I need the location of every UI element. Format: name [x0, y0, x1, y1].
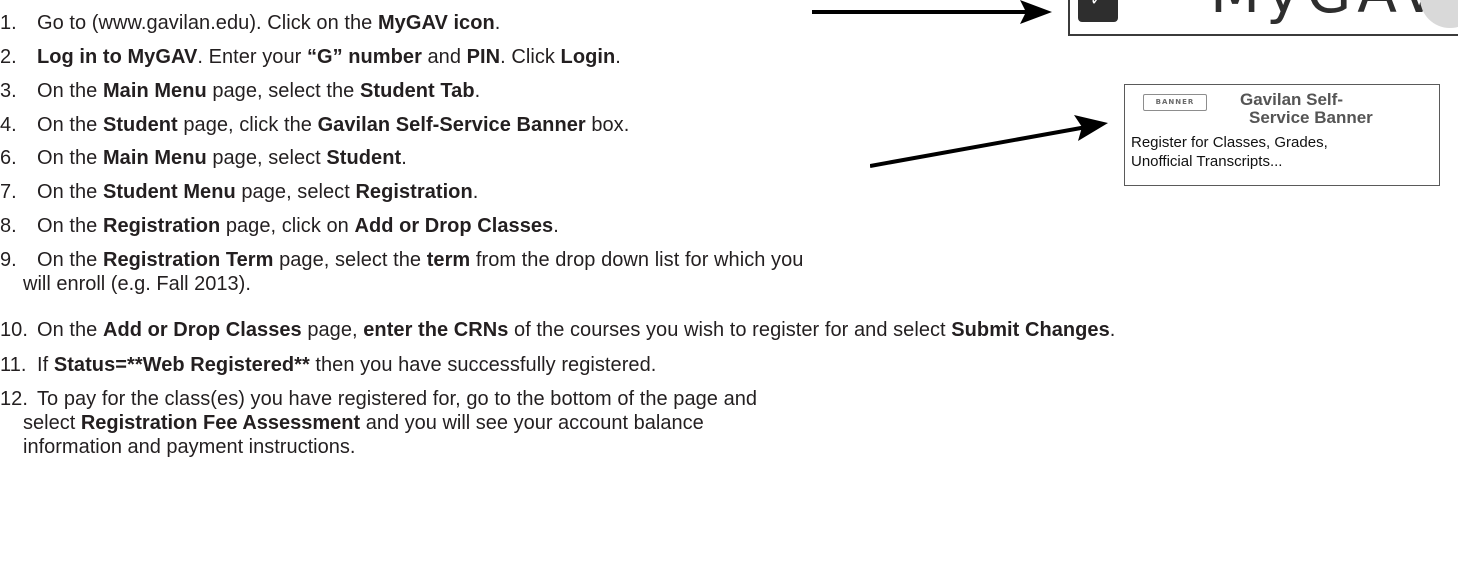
text: Go to (www.gavilan.edu). Click on the: [37, 12, 378, 34]
mygav-logo-icon: ✓: [1078, 0, 1118, 22]
banner-box-desc-line2: Unofficial Transcripts...: [1131, 153, 1283, 170]
bold-text: Login: [560, 46, 616, 68]
text: On the: [37, 114, 103, 136]
step-3: 3. On the Main Menu page, select the Stud…: [0, 78, 480, 104]
text: page, select: [235, 181, 356, 203]
arrow-to-mygav-icon: [812, 0, 1052, 24]
bold-text: Registration: [102, 215, 221, 237]
step-9: 9. On the Registration Term page, select …: [0, 247, 803, 273]
bold-text: Submit Changes: [951, 319, 1110, 341]
step-12-continuation: information and payment instructions.: [23, 436, 356, 458]
bold-text: Add or Drop Classes: [354, 215, 554, 237]
text: then you have successfully registered.: [309, 354, 657, 376]
text: from the drop down list for which you: [470, 249, 804, 271]
step-number: 4.: [0, 114, 17, 136]
text: On the: [37, 181, 103, 203]
text: and: [421, 46, 467, 68]
step-number: 11.: [0, 354, 27, 376]
step-12: 12. To pay for the class(es) you have reg…: [0, 386, 757, 412]
text: select: [23, 412, 81, 434]
step-6: 6. On the Main Menu page, select Student.: [0, 145, 407, 171]
banner-box-title-line1: Gavilan Self-: [1240, 90, 1343, 109]
text: box.: [585, 114, 630, 136]
step-9-continuation: will enroll (e.g. Fall 2013).: [23, 273, 251, 295]
bold-text: Student Tab: [359, 80, 475, 102]
text: On the: [37, 147, 103, 169]
banner-box-desc-line1: Register for Classes, Grades,: [1131, 134, 1328, 151]
step-8: 8. On the Registration page, click on Add…: [0, 213, 559, 239]
bold-text: Registration Term: [102, 249, 274, 271]
text: On the: [37, 215, 103, 237]
bold-text: enter the CRNs: [363, 319, 509, 341]
step-12-continuation: select Registration Fee Assessment and y…: [23, 410, 704, 436]
text: .: [494, 12, 501, 34]
bold-text: Status=**Web Registered**: [53, 354, 310, 376]
text: To pay for the class(es) you have regist…: [37, 388, 758, 410]
text: page, click the: [177, 114, 318, 136]
text: .: [474, 80, 481, 102]
text: page, select: [206, 147, 327, 169]
step-10: 10. On the Add or Drop Classes page, ente…: [0, 317, 1115, 343]
bold-text: PIN: [466, 46, 501, 68]
text: If: [37, 354, 54, 376]
text: On the: [37, 319, 103, 341]
text: page, select the: [206, 80, 360, 102]
bold-text: Main Menu: [102, 147, 207, 169]
text: . Enter your: [197, 46, 307, 68]
bold-text: Log in to MyGAV: [37, 46, 198, 68]
text: page, click on: [220, 215, 355, 237]
step-number: 10.: [0, 319, 28, 341]
step-number: 9.: [0, 249, 17, 271]
step-4: 4. On the Student page, click the Gavilan…: [0, 112, 629, 138]
mygav-logo-text: MyGAV: [1210, 0, 1445, 26]
step-number: 2.: [0, 46, 17, 68]
step-number: 8.: [0, 215, 17, 237]
banner-tag-logo: BANNER: [1143, 94, 1207, 111]
self-service-banner-box: BANNER Gavilan Self- Service Banner Regi…: [1124, 84, 1440, 186]
text: .: [472, 181, 479, 203]
bold-text: Gavilan Self-Service Banner: [317, 114, 586, 136]
step-7: 7. On the Student Menu page, select Regis…: [0, 179, 478, 205]
text: .: [553, 215, 559, 237]
bold-text: Student Menu: [102, 181, 236, 203]
text: .: [401, 147, 407, 169]
step-number: 7.: [0, 181, 17, 203]
arrow-to-banner-box: [870, 115, 1108, 168]
text: On the: [37, 80, 103, 102]
banner-box-title-line2: Service Banner: [1249, 108, 1373, 127]
step-1: 1. Go to (www.gavilan.edu). Click on the …: [0, 10, 500, 36]
text: .: [1109, 319, 1116, 341]
step-number: 6.: [0, 147, 17, 169]
bold-text: “G” number: [306, 46, 422, 68]
step-number: 1.: [0, 12, 17, 34]
text: . Click: [500, 46, 561, 68]
text: page,: [301, 319, 364, 341]
step-number: 3.: [0, 80, 17, 102]
mygav-logo: ✓ MyGAV: [1068, 0, 1458, 36]
text: of the courses you wish to register for …: [508, 319, 952, 341]
step-2: 2. Log in to MyGAV. Enter your “G” number…: [0, 44, 621, 70]
bold-text: term: [426, 249, 471, 271]
bold-text: MyGAV icon: [377, 12, 495, 34]
text: On the: [37, 249, 103, 271]
bold-text: Main Menu: [102, 80, 207, 102]
text: page, select the: [273, 249, 427, 271]
bold-text: Add or Drop Classes: [102, 319, 302, 341]
step-number: 12.: [0, 388, 28, 410]
bold-text: Student: [102, 114, 178, 136]
text: .: [615, 46, 621, 68]
text: and you will see your account balance: [360, 412, 704, 434]
bold-text: Student: [326, 147, 402, 169]
step-11: 11. If Status=**Web Registered** then you…: [0, 352, 656, 378]
bold-text: Registration: [355, 181, 473, 203]
bold-text: Registration Fee Assessment: [80, 412, 361, 434]
